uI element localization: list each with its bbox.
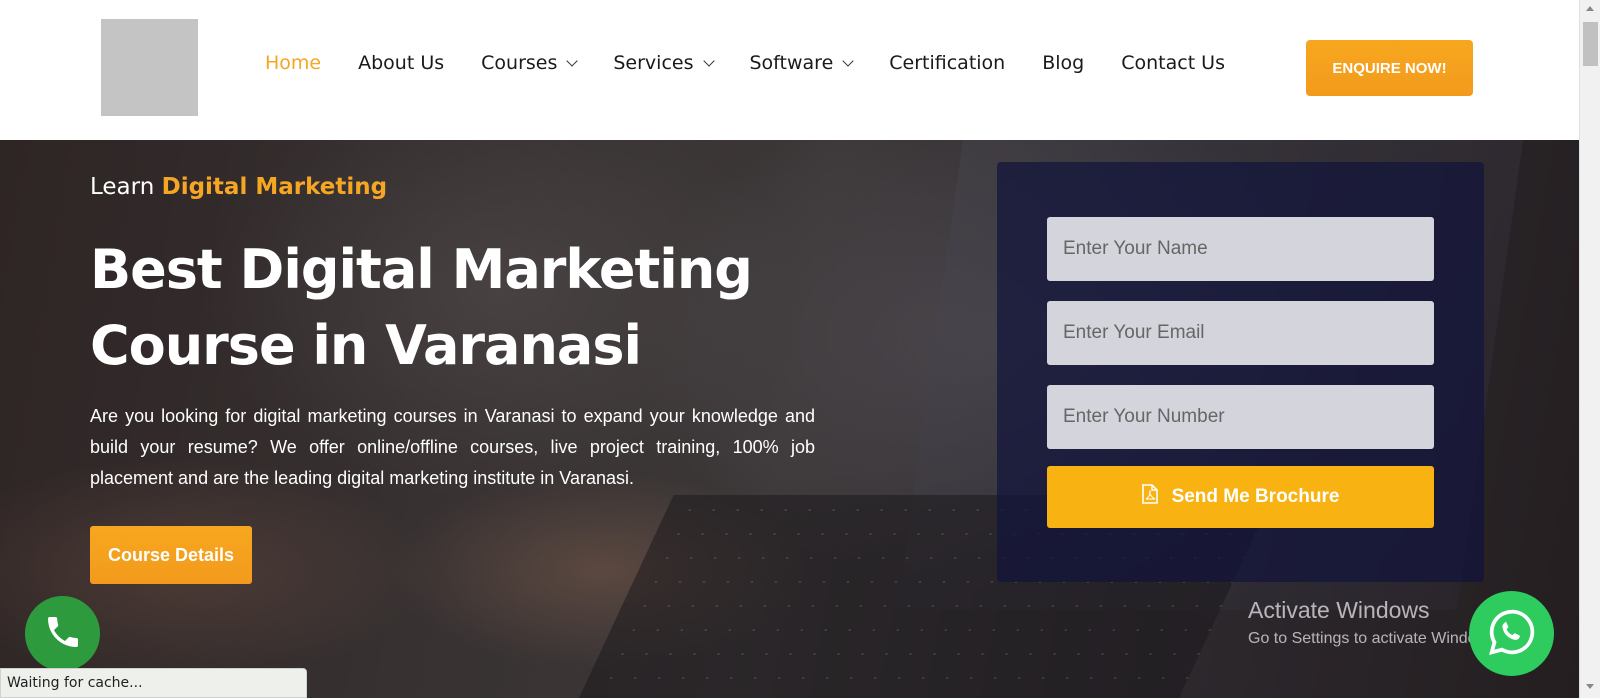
pdf-file-icon — [1141, 484, 1158, 510]
nav-item-courses[interactable]: Courses — [481, 52, 579, 74]
enquire-now-button[interactable]: ENQUIRE NOW! — [1306, 40, 1473, 96]
activate-title: Activate Windows — [1248, 597, 1430, 623]
scrollbar-thumb[interactable] — [1583, 22, 1598, 66]
site-logo[interactable] — [101, 19, 198, 116]
nav-item-label: Software — [749, 52, 834, 74]
nav-item-label: Blog — [1042, 52, 1085, 74]
chevron-down-icon — [566, 54, 579, 67]
hero-headline: Best Digital Marketing Course in Varanas… — [90, 232, 850, 384]
nav-item-label: About Us — [358, 52, 445, 74]
chevron-down-icon — [842, 54, 854, 67]
phone-icon — [43, 612, 83, 656]
send-brochure-label: Send Me Brochure — [1171, 486, 1340, 507]
hero-eyebrow: Learn Digital Marketing — [90, 174, 387, 200]
headline-line-1: Best Digital Marketing — [90, 238, 753, 301]
scroll-up-arrow-icon[interactable] — [1586, 6, 1594, 11]
brochure-form: Send Me Brochure — [997, 162, 1484, 582]
nav-item-about-us[interactable]: About Us — [358, 52, 444, 74]
call-button[interactable] — [25, 596, 100, 671]
main-nav: Home About Us Courses Services Software … — [265, 52, 1262, 74]
chevron-down-icon — [702, 54, 715, 67]
course-details-button[interactable]: Course Details — [90, 526, 252, 584]
activate-subtitle: Go to Settings to activate Windows. — [1248, 630, 1501, 647]
send-brochure-button[interactable]: Send Me Brochure — [1047, 466, 1434, 528]
browser-status-bar: Waiting for cache... — [0, 668, 307, 698]
nav-item-contact-us[interactable]: Contact Us — [1121, 52, 1225, 74]
email-input[interactable] — [1047, 301, 1434, 365]
nav-item-label: Courses — [481, 52, 558, 74]
whatsapp-icon — [1487, 607, 1537, 661]
whatsapp-button[interactable] — [1469, 591, 1554, 676]
nav-item-services[interactable]: Services — [613, 52, 715, 74]
eyebrow-highlight: Digital Marketing — [161, 174, 388, 200]
nav-item-certification[interactable]: Certification — [889, 52, 1005, 74]
scroll-down-arrow-icon[interactable] — [1586, 684, 1594, 689]
nav-item-software[interactable]: Software — [749, 52, 854, 74]
page-scrollbar[interactable] — [1579, 0, 1600, 698]
eyebrow-prefix: Learn — [90, 174, 155, 200]
name-input[interactable] — [1047, 217, 1434, 281]
hero-description: Are you looking for digital marketing co… — [90, 406, 815, 488]
number-input[interactable] — [1047, 385, 1434, 449]
nav-item-label: Contact Us — [1121, 52, 1225, 74]
activate-windows-watermark: Activate Windows Go to Settings to activ… — [1248, 597, 1501, 648]
site-header: Home About Us Courses Services Software … — [0, 0, 1579, 140]
nav-item-blog[interactable]: Blog — [1042, 52, 1084, 74]
headline-line-2: Course in Varanasi — [90, 314, 642, 377]
nav-item-label: Services — [613, 52, 694, 74]
nav-item-label: Home — [265, 52, 322, 74]
nav-item-home[interactable]: Home — [265, 52, 321, 74]
nav-item-label: Certification — [889, 52, 1006, 74]
